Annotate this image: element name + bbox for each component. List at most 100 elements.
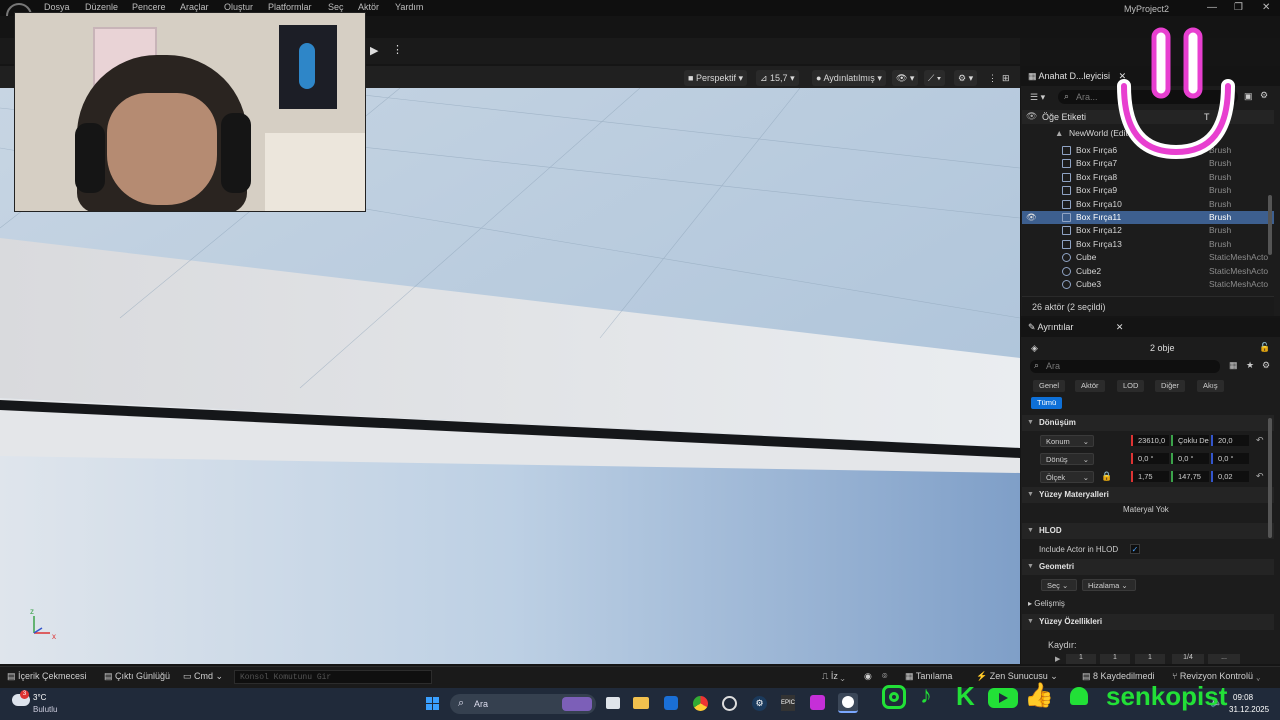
content-drawer-button[interactable]: ▤ İçerik Çekmecesi [7, 671, 87, 682]
outliner-settings-icon[interactable]: ⚙ [1260, 90, 1268, 101]
store-icon[interactable] [664, 696, 678, 710]
visibility-icon[interactable]: 👁 [1026, 111, 1037, 122]
location-dropdown[interactable]: Konum ⌄ [1040, 435, 1094, 447]
transform-section[interactable]: Dönüşüm [1022, 415, 1274, 431]
row-visibility-icon[interactable]: 👁 [1026, 211, 1037, 224]
menu-edit[interactable]: Düzenle [85, 2, 118, 12]
details-tab[interactable]: ✎ Ayrıntılar ✕ [1028, 318, 1123, 336]
scale-dropdown[interactable]: Ölçek ⌄ [1040, 471, 1094, 483]
outliner-row[interactable]: Box Fırça9 Brush [1022, 184, 1274, 197]
pan-play-icon[interactable]: ▶ [1055, 655, 1060, 663]
settings-icon[interactable]: ⚙ ▾ [954, 70, 978, 86]
pan-value-2[interactable]: 1 [1100, 654, 1130, 664]
menu-window[interactable]: Pencere [132, 2, 166, 12]
geometry-align-dropdown[interactable]: Hizalama ⌄ [1082, 579, 1136, 591]
outliner-row[interactable]: Box Fırça13 Brush [1022, 238, 1274, 251]
geometry-section[interactable]: Geometri [1022, 559, 1274, 575]
rotation-y[interactable]: 0,0 ° [1171, 453, 1209, 464]
steam-icon[interactable]: ⚙ [752, 696, 767, 711]
menu-actor[interactable]: Aktör [358, 2, 379, 12]
menu-help[interactable]: Yardım [395, 2, 423, 12]
category-actor[interactable]: Aktör [1075, 380, 1105, 392]
scale-y[interactable]: 147,75 [1171, 471, 1209, 482]
pan-value-4[interactable]: 1/4 [1172, 654, 1204, 664]
include-hlod-checkbox[interactable]: ✓ [1130, 544, 1140, 554]
epic-games-icon[interactable]: EPIC [781, 695, 795, 711]
taskbar-search[interactable]: ⌕ Ara [450, 694, 596, 714]
category-misc[interactable]: Diğer [1155, 380, 1185, 392]
location-x[interactable]: 23610,0 [1131, 435, 1169, 446]
outliner-row[interactable]: Cube3 StaticMeshActo [1022, 278, 1274, 291]
chrome-icon[interactable] [693, 696, 708, 711]
diagnostics-button[interactable]: ▦ Tanılama [905, 671, 952, 682]
minimize-icon[interactable]: — [1207, 2, 1217, 13]
pan-value-5[interactable]: ... [1208, 654, 1240, 664]
add-folder-icon[interactable]: ▣ [1244, 91, 1253, 102]
cmd-dropdown[interactable]: ▭ Cmd ⌄ [183, 671, 223, 682]
reset-scale-icon[interactable]: ↶ [1256, 471, 1264, 482]
zen-server-button[interactable]: ⚡ Zen Sunucusu ⌄ [976, 671, 1058, 682]
lighting-button[interactable]: ● Aydınlatılmış ▾ [812, 70, 886, 86]
hlod-section[interactable]: HLOD [1022, 523, 1274, 539]
rotation-dropdown[interactable]: Dönüş ⌄ [1040, 453, 1094, 465]
scale-lock-icon[interactable]: 🔒 [1101, 471, 1112, 482]
details-search-input[interactable]: ⌕ Ara [1030, 360, 1220, 373]
column-label[interactable]: Öğe Etiketi [1042, 112, 1086, 122]
menu-tools[interactable]: Araçlar [180, 2, 209, 12]
outliner-row[interactable]: Box Fırça10 Brush [1022, 198, 1274, 211]
menu-file[interactable]: Dosya [44, 2, 70, 12]
play-icon[interactable]: ▶ [370, 44, 378, 57]
category-lod[interactable]: LOD [1117, 380, 1145, 392]
scale-x[interactable]: 1,75 [1131, 471, 1169, 482]
menu-create[interactable]: Oluştur [224, 2, 253, 12]
pan-value-3[interactable]: 1 [1135, 654, 1165, 664]
favorite-star-icon[interactable]: ★ [1246, 360, 1254, 371]
outliner-row[interactable]: Box Fırça12 Brush [1022, 224, 1274, 237]
trace-button[interactable]: ⎍ İz ⌄ [822, 671, 845, 682]
outliner-row[interactable]: 👁 Box Fırça11 Brush [1022, 211, 1274, 224]
geometry-select-dropdown[interactable]: Seç ⌄ [1041, 579, 1077, 591]
scale-z[interactable]: 0,02 [1211, 471, 1249, 482]
location-y[interactable]: Çoklu De [1171, 435, 1209, 446]
record-icon[interactable]: ◉ [864, 671, 872, 682]
category-general[interactable]: Genel [1033, 380, 1066, 392]
filter-icon[interactable]: ☰ ▾ [1030, 92, 1045, 103]
media-app-icon[interactable] [810, 695, 825, 710]
transform-tools-icon[interactable]: ⟋ ▾ [924, 70, 946, 86]
console-input[interactable]: Konsol Komutunu Gir [234, 670, 432, 684]
rotation-z[interactable]: 0,0 ° [1211, 453, 1249, 464]
camera-icon[interactable]: ⌾ [882, 671, 887, 682]
perspective-button[interactable]: ■ Perspektif ▾ [684, 70, 747, 86]
more-options-icon[interactable]: ⋮ [392, 43, 403, 56]
outliner-row[interactable]: Cube2 StaticMeshActo [1022, 265, 1274, 278]
close-details-icon[interactable]: ✕ [1116, 322, 1124, 332]
details-settings-icon[interactable]: ⚙ [1262, 360, 1270, 371]
surface-materials-section[interactable]: Yüzey Materyalleri [1022, 487, 1274, 503]
layout-icon[interactable]: ⊞ [998, 70, 1014, 86]
outliner-scrollbar[interactable] [1268, 195, 1272, 255]
file-explorer-icon[interactable] [633, 697, 649, 709]
menu-select[interactable]: Seç [328, 2, 344, 12]
fov-button[interactable]: ⊿ 15,7 ▾ [756, 70, 799, 86]
maximize-icon[interactable]: ❐ [1234, 2, 1243, 13]
lock-icon[interactable]: 🔓 [1259, 342, 1270, 353]
grid-view-icon[interactable]: ▦ [1229, 360, 1238, 371]
outliner-row[interactable]: Box Fırça8 Brush [1022, 171, 1274, 184]
outliner-row[interactable]: Cube StaticMeshActo [1022, 251, 1274, 264]
windows-start-icon[interactable] [426, 697, 440, 711]
close-window-icon[interactable]: ✕ [1262, 2, 1270, 13]
revision-control-button[interactable]: ⑂ Revizyon Kontrolü ⌄ [1172, 671, 1261, 681]
task-view-icon[interactable] [606, 697, 620, 709]
category-streaming[interactable]: Akış [1197, 380, 1224, 392]
show-flags-icon[interactable]: 👁 ▾ [892, 70, 919, 86]
menu-platforms[interactable]: Platformlar [268, 2, 312, 12]
output-log-button[interactable]: ▤ Çıktı Günlüğü [104, 671, 170, 682]
rotation-x[interactable]: 0,0 ° [1131, 453, 1169, 464]
pan-value-1[interactable]: 1 [1066, 654, 1096, 664]
surface-properties-section[interactable]: Yüzey Özellikleri [1022, 614, 1274, 630]
reset-location-icon[interactable]: ↶ [1256, 435, 1264, 446]
details-scrollbar[interactable] [1268, 418, 1272, 538]
advanced-expander[interactable]: ▸ Gelişmiş [1028, 599, 1065, 608]
obs-icon[interactable] [722, 696, 737, 711]
location-z[interactable]: 20,0 [1211, 435, 1249, 446]
